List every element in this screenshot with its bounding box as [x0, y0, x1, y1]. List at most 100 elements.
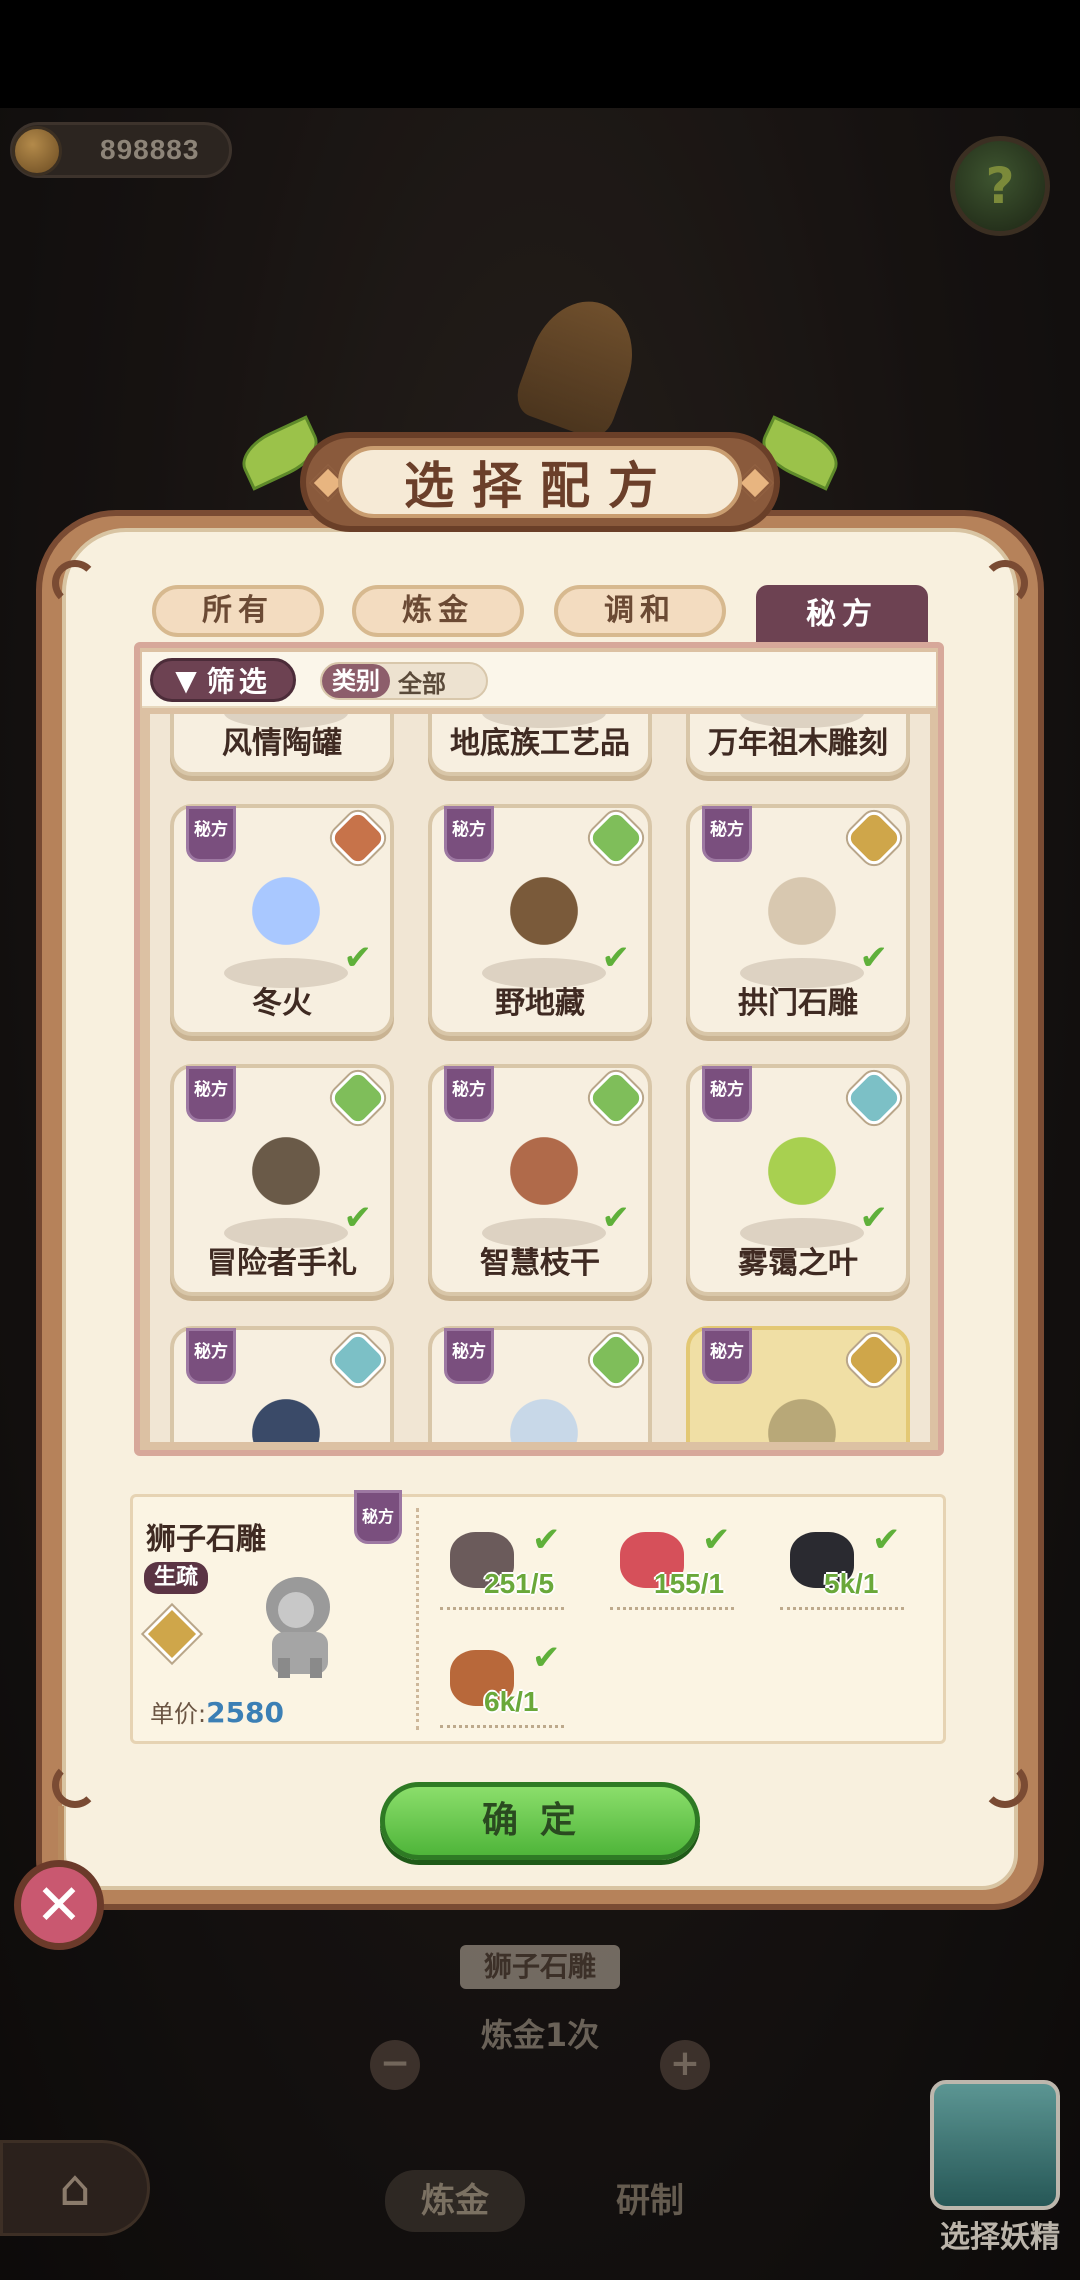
ingredient-divider: [440, 1607, 564, 1610]
ingredient-slot[interactable]: ✔ 251/5: [440, 1520, 564, 1610]
filter-label: 筛选: [206, 665, 271, 698]
check-icon: ✔: [532, 1520, 561, 1560]
frame-corner-ornament: [52, 560, 98, 606]
recipe-card[interactable]: 秘方✔风情陶罐: [170, 714, 394, 776]
ingredient-quantity: 5k/1: [824, 1568, 879, 1599]
recipe-card-label: 万年祖木雕刻: [708, 726, 888, 761]
element-gem-icon: [326, 1328, 390, 1392]
plus-icon: +: [660, 2040, 710, 2090]
secret-recipe-badge: 秘方: [444, 1328, 494, 1384]
ingredient-slot[interactable]: ✔ 5k/1: [780, 1520, 904, 1610]
recipe-card-label: 地底族工艺品: [450, 726, 630, 761]
check-icon: ✔: [702, 1520, 731, 1560]
category-dropdown[interactable]: 类别 全部: [320, 662, 488, 700]
filter-button[interactable]: ▼ 筛选: [150, 658, 296, 702]
ingredient-quantity: 251/5: [484, 1568, 555, 1599]
check-icon: ✔: [872, 1520, 901, 1560]
ingredient-divider: [610, 1607, 734, 1610]
background-select-elf-label: 选择妖精: [940, 2220, 1060, 2255]
recipe-item-icon: [236, 866, 336, 966]
ingredient-quantity: 6k/1: [484, 1686, 539, 1717]
secret-recipe-badge: 秘方: [186, 1066, 236, 1122]
check-icon: ✔: [532, 1638, 561, 1678]
background-tab-alchemy: 炼金: [385, 2170, 525, 2232]
recipe-card[interactable]: 秘方 ✔ 雾霭之叶: [686, 1064, 910, 1296]
recipe-item-icon: [494, 866, 594, 966]
detail-secret-badge: 秘方: [354, 1490, 402, 1544]
element-gem-icon: [326, 1066, 390, 1130]
ingredient-slot[interactable]: ✔ 155/1: [610, 1520, 734, 1610]
recipe-card-label: 风情陶罐: [222, 726, 342, 761]
background-tab-research: 研制: [616, 2181, 684, 2221]
recipe-card[interactable]: 秘方: [170, 1326, 394, 1442]
recipe-card[interactable]: 秘方: [686, 1326, 910, 1442]
confirm-button[interactable]: 确定: [380, 1782, 700, 1860]
recipe-card[interactable]: 秘方 ✔ 冬火: [170, 804, 394, 1036]
recipe-card[interactable]: 秘方 ✔ 智慧枝干: [428, 1064, 652, 1296]
frame-corner-ornament: [982, 560, 1028, 606]
secret-recipe-badge: 秘方: [702, 806, 752, 862]
ingredient-divider: [780, 1607, 904, 1610]
tab-all[interactable]: 所有: [152, 585, 324, 637]
help-question-icon[interactable]: ?: [950, 136, 1050, 236]
recipe-card[interactable]: 秘方 ✔ 冒险者手礼: [170, 1064, 394, 1296]
frame-corner-ornament: [52, 1762, 98, 1808]
category-value: 全部: [398, 669, 446, 698]
recipe-item-icon: [752, 866, 852, 966]
lion-statue-icon: [266, 1577, 330, 1678]
tab-blend[interactable]: 调和: [554, 585, 726, 637]
background-selected-recipe: 狮子石雕: [460, 1945, 620, 1989]
recipe-card[interactable]: 秘方✔万年祖木雕刻: [686, 714, 910, 776]
ingredient-slot[interactable]: ✔ 6k/1: [440, 1638, 564, 1728]
element-gem-icon: [842, 806, 906, 870]
recipe-card-label: 冒险者手礼: [207, 1246, 357, 1281]
element-gem-icon: [326, 806, 390, 870]
recipe-card-label: 智慧枝干: [480, 1246, 600, 1281]
unit-price: 单价:2580: [150, 1694, 284, 1729]
home-icon: ⌂: [0, 2140, 150, 2236]
coin-value: 898883: [100, 134, 200, 165]
elf-portrait-icon: [930, 2080, 1060, 2210]
recipe-card[interactable]: 秘方 ✔ 野地藏: [428, 804, 652, 1036]
detail-rarity-badge: 生疏: [144, 1562, 209, 1594]
recipe-card[interactable]: 秘方✔地底族工艺品: [428, 714, 652, 776]
minus-icon: −: [370, 2040, 420, 2090]
frame-corner-ornament: [982, 1762, 1028, 1808]
check-icon: ✔: [343, 1198, 373, 1238]
recipe-card-label: 野地藏: [495, 986, 585, 1021]
element-gem-icon: [842, 1066, 906, 1130]
background-alchemy-count: 炼金1次: [480, 2016, 600, 2054]
recipe-card[interactable]: 秘方 ✔ 拱门石雕: [686, 804, 910, 1036]
secret-recipe-badge: 秘方: [444, 1066, 494, 1122]
category-key: 类别: [322, 664, 390, 698]
recipe-card-label: 雾霭之叶: [738, 1246, 858, 1281]
element-gem-icon: [584, 1328, 648, 1392]
element-gem-icon: [584, 1066, 648, 1130]
check-icon: ✔: [601, 938, 631, 978]
secret-recipe-badge: 秘方: [702, 1328, 752, 1384]
unit-price-label: 单价:: [150, 1700, 207, 1728]
detail-divider: [416, 1508, 419, 1730]
secret-recipe-badge: 秘方: [702, 1066, 752, 1122]
tab-alchemy[interactable]: 炼金: [352, 585, 524, 637]
check-icon: ✔: [859, 938, 889, 978]
close-button-cord: [58, 1806, 64, 1862]
secret-recipe-badge: 秘方: [444, 806, 494, 862]
recipe-item-icon: [494, 1388, 594, 1442]
dialog-title: 选择配方: [338, 446, 742, 518]
unit-price-value: 2580: [206, 1696, 285, 1729]
check-icon: ✔: [343, 938, 373, 978]
recipe-card-label: 拱门石雕: [738, 986, 858, 1021]
secret-recipe-badge: 秘方: [186, 1328, 236, 1384]
tab-secret-recipe[interactable]: 秘方: [756, 585, 928, 645]
element-gem-icon: [842, 1328, 906, 1392]
funnel-icon: ▼: [175, 663, 201, 697]
coin-icon: [12, 126, 62, 176]
close-x-icon[interactable]: ✕: [14, 1860, 104, 1950]
secret-recipe-badge: 秘方: [186, 806, 236, 862]
recipe-grid[interactable]: 秘方✔风情陶罐秘方✔地底族工艺品秘方✔万年祖木雕刻秘方✔冬火秘方✔野地藏秘方✔拱…: [150, 714, 930, 1442]
recipe-item-icon: [752, 1126, 852, 1226]
check-icon: ✔: [859, 1198, 889, 1238]
recipe-card[interactable]: 秘方: [428, 1326, 652, 1442]
detail-recipe-name: 狮子石雕: [146, 1522, 266, 1557]
